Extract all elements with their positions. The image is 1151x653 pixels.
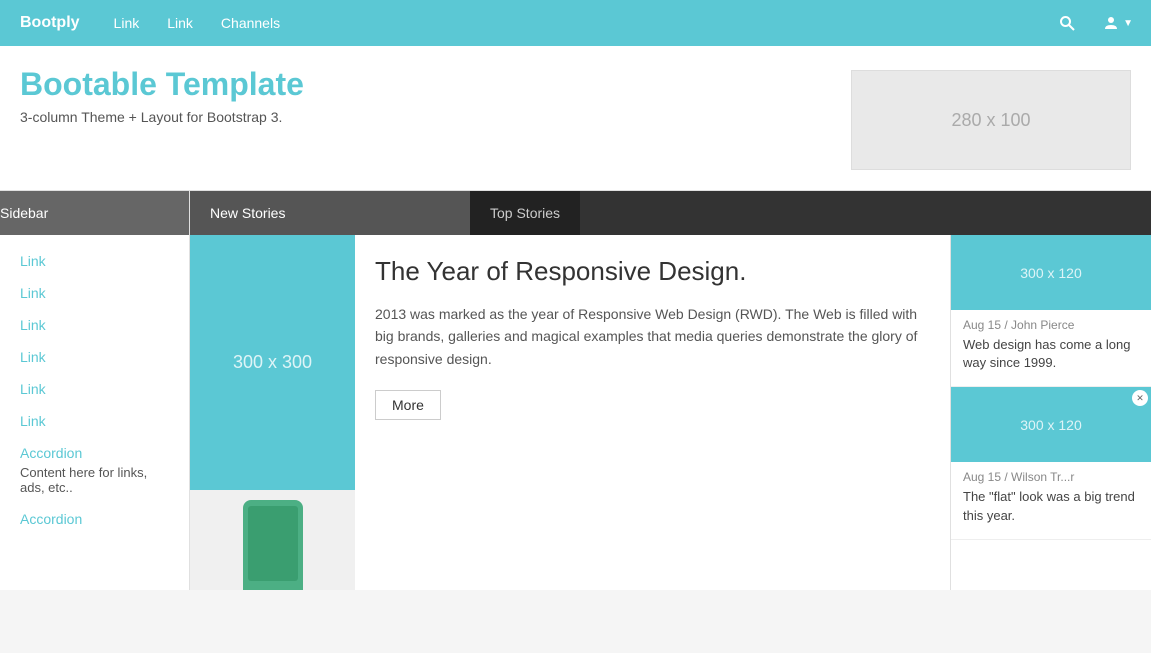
hero-text: Bootable Template 3-column Theme + Layou… (20, 66, 304, 125)
more-button[interactable]: More (375, 390, 441, 420)
right-column: 300 x 120 Aug 15 / John Pierce Web desig… (951, 235, 1151, 590)
middle-column: 300 x 300 The Year of Responsive Design.… (190, 235, 951, 590)
navbar-link-channels[interactable]: Channels (207, 0, 294, 46)
sidebar-accordion-1-title[interactable]: Accordion (0, 437, 189, 463)
sidebar-link-3[interactable]: Link (0, 309, 189, 341)
right-story-2: Aug 15 / Wilson Tr...r The "flat" look w… (951, 462, 1151, 539)
content-area: 300 x 300 The Year of Responsive Design.… (190, 235, 1151, 590)
right-thumb-2: 300 x 120 ✕ (951, 387, 1151, 462)
hero-ad: 280 x 100 (851, 70, 1131, 170)
user-dropdown-icon: ▼ (1123, 18, 1133, 29)
image-row: 300 x 300 The Year of Responsive Design.… (190, 235, 950, 490)
sidebar-accordion-1-content: Content here for links, ads, etc.. (0, 463, 189, 503)
sidebar-panel: Link Link Link Link Link Link Accordion … (0, 235, 190, 590)
right-thumb-1: 300 x 120 (951, 235, 1151, 310)
tab-sidebar[interactable]: Sidebar (0, 191, 190, 235)
right-story-1: Aug 15 / John Pierce Web design has come… (951, 310, 1151, 387)
phone-image-row (190, 490, 950, 590)
right-story-1-meta: Aug 15 / John Pierce (963, 318, 1139, 332)
article-title: The Year of Responsive Design. (375, 255, 930, 289)
tab-top-stories[interactable]: Top Stories (470, 191, 580, 235)
user-icon[interactable]: ▼ (1095, 11, 1141, 35)
navbar-link-1[interactable]: Link (100, 0, 154, 46)
main-content: Link Link Link Link Link Link Accordion … (0, 235, 1151, 590)
sidebar-accordion-2-title[interactable]: Accordion (0, 503, 189, 529)
tab-new-stories[interactable]: New Stories (190, 191, 470, 235)
navbar-icons: ▼ (1051, 11, 1141, 35)
article-body: The Year of Responsive Design. 2013 was … (355, 235, 950, 490)
right-story-1-text: Web design has come a long way since 199… (963, 336, 1139, 372)
sidebar-link-1[interactable]: Link (0, 245, 189, 277)
sidebar-link-2[interactable]: Link (0, 277, 189, 309)
phone-image (190, 490, 355, 590)
hero-subtitle: 3-column Theme + Layout for Bootstrap 3. (20, 109, 304, 125)
close-button[interactable]: ✕ (1132, 390, 1148, 406)
navbar-link-2[interactable]: Link (153, 0, 207, 46)
search-icon[interactable] (1051, 11, 1083, 35)
sidebar-link-4[interactable]: Link (0, 341, 189, 373)
phone-screen (248, 506, 298, 581)
hero-section: Bootable Template 3-column Theme + Layou… (0, 46, 1151, 191)
article-description: 2013 was marked as the year of Responsiv… (375, 303, 930, 370)
sidebar-link-6[interactable]: Link (0, 405, 189, 437)
right-story-2-meta: Aug 15 / Wilson Tr...r (963, 470, 1139, 484)
sidebar-link-5[interactable]: Link (0, 373, 189, 405)
right-story-2-text: The "flat" look was a big trend this yea… (963, 488, 1139, 524)
featured-image-300: 300 x 300 (190, 235, 355, 490)
phone-shape (243, 500, 303, 590)
hero-title: Bootable Template (20, 66, 304, 103)
tab-bar: Sidebar New Stories Top Stories (0, 191, 1151, 235)
navbar: Bootply Link Link Channels ▼ (0, 0, 1151, 46)
navbar-brand[interactable]: Bootply (10, 14, 90, 32)
